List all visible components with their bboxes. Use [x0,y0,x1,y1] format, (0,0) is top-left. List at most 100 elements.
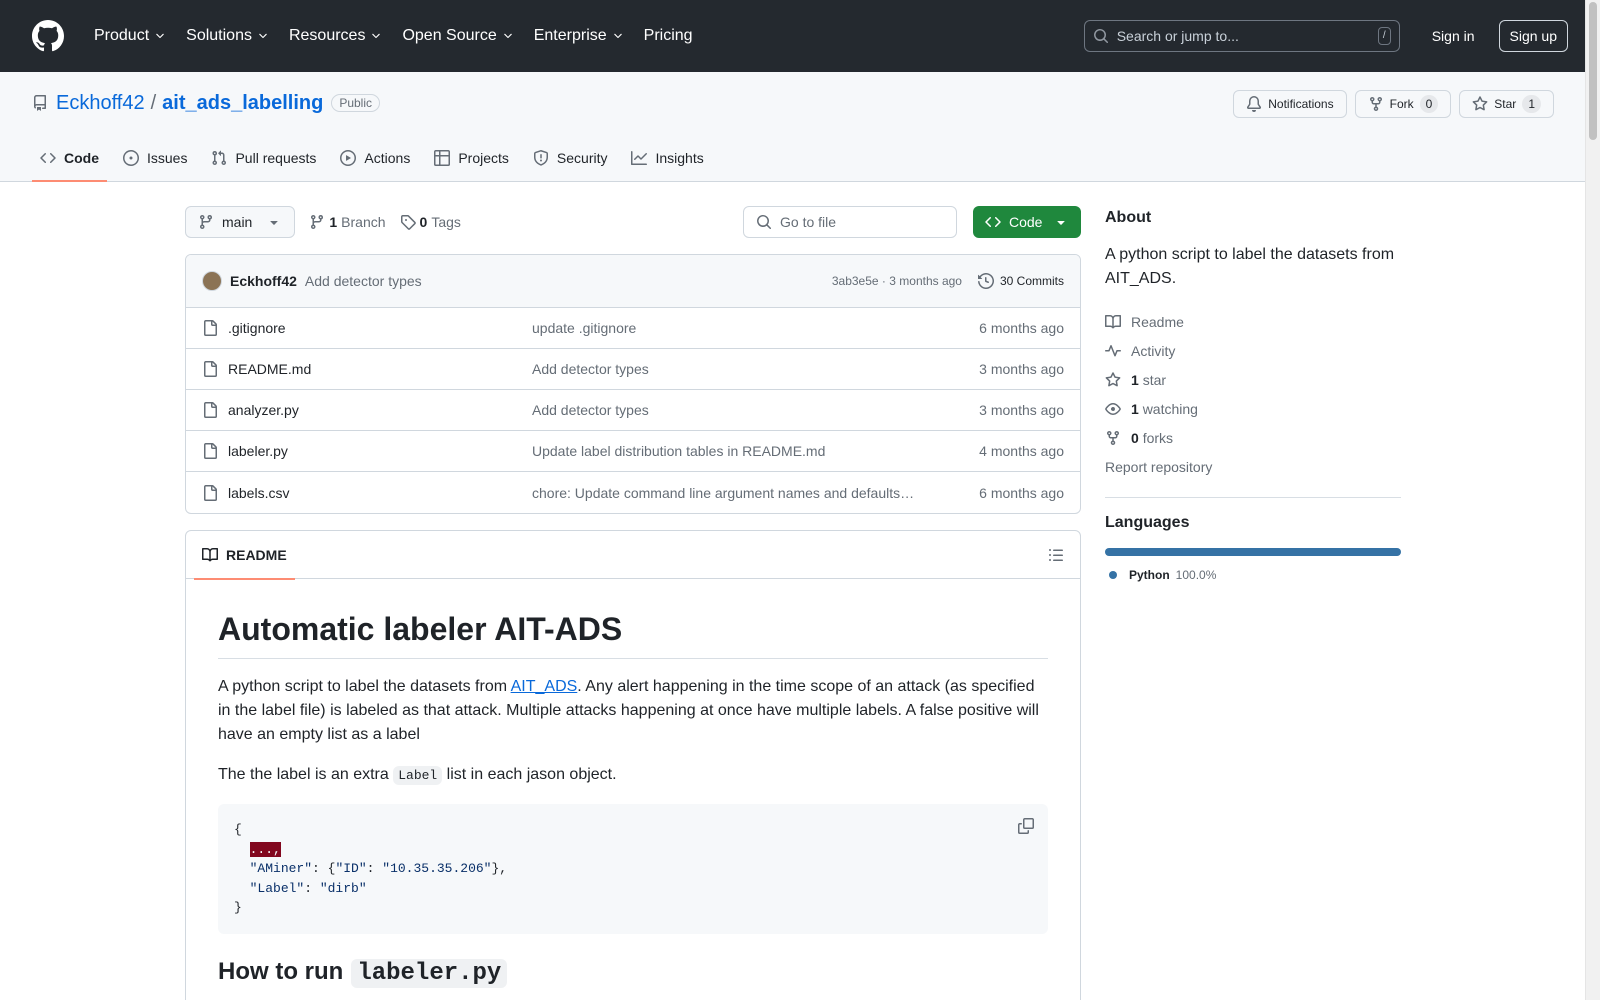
avatar[interactable] [202,271,222,291]
main-column: main 1 Branch 0 Tags Go to file Code Eck… [185,183,1081,1000]
code-token-key: "ID" [335,861,367,876]
tab-insights[interactable]: Insights [623,135,711,181]
nav-pricing[interactable]: Pricing [636,27,701,45]
readme-title: Automatic labeler AIT-ADS [218,611,1048,659]
activity-link[interactable]: Activity [1105,336,1401,365]
forks-link[interactable]: 0 forks [1105,423,1401,452]
file-commit-message[interactable]: Add detector types [532,361,916,377]
bell-icon [1247,96,1262,112]
file-commit-date: 3 months ago [979,361,1064,377]
nav-product-label: Product [94,27,150,44]
notifications-button[interactable]: Notifications [1233,90,1347,118]
branch-name: main [222,214,253,230]
file-name-link[interactable]: .gitignore [228,320,286,336]
scrollbar-thumb[interactable] [1589,2,1597,140]
caret-down-icon [1057,221,1065,225]
go-to-file-input[interactable]: Go to file [743,206,957,238]
branch-count-label: Branch [341,214,386,230]
readme-link[interactable]: Readme [1105,307,1401,336]
branches-link[interactable]: 1 Branch [309,214,386,230]
global-header: Product Solutions Resources Open Source … [0,0,1600,72]
chevron-down-icon [613,33,622,39]
sign-in-link[interactable]: Sign in [1424,22,1483,50]
fork-button[interactable]: Fork 0 [1354,90,1452,118]
search-shortcut-key: / [1377,27,1391,45]
issue-icon [123,150,139,166]
tab-code[interactable]: Code [32,135,107,182]
code-token-key: "Label" [249,880,305,896]
tag-icon [400,215,416,230]
about-heading: About [1105,209,1152,226]
code-token-error: ..., [249,841,281,857]
visibility-badge: Public [331,94,381,112]
tab-actions[interactable]: Actions [332,135,418,181]
code-token: : [366,861,383,876]
file-name-link[interactable]: README.md [228,361,311,377]
readme-tab-label: README [226,546,287,563]
tag-count: 0 [419,214,428,230]
forks-count: 0 [1131,429,1139,446]
commit-hash-link[interactable]: 3ab3e5e [832,274,879,288]
pull-request-icon [212,150,227,166]
star-button[interactable]: Star 1 [1459,90,1554,118]
file-commit-date: 6 months ago [979,320,1064,336]
code-token-string: "dirb" [319,880,367,896]
code-dropdown-button[interactable]: Code [973,206,1081,238]
tab-security[interactable]: Security [525,135,616,181]
tab-issues[interactable]: Issues [115,135,195,181]
file-commit-message[interactable]: Add detector types [532,402,916,418]
readme-p1-text: A python script to label the datasets fr… [218,678,511,695]
code-icon [985,216,1001,228]
nav-enterprise[interactable]: Enterprise [526,27,632,45]
file-name-link[interactable]: labeler.py [228,443,288,459]
tab-actions-label: Actions [364,150,411,166]
nav-product[interactable]: Product [86,27,174,45]
commits-history-link[interactable]: 30 Commits [977,273,1064,289]
readme-tab[interactable]: README [194,531,295,580]
commits-count-label: 30 Commits [999,274,1064,288]
branch-count: 1 [329,214,338,230]
github-logo-icon[interactable] [32,20,64,52]
repo-name-link[interactable]: ait_ads_labelling [162,92,323,115]
nav-solutions[interactable]: Solutions [178,27,277,45]
copy-icon[interactable] [1018,818,1034,834]
star-label: Star [1494,97,1517,111]
file-list: Eckhoff42 Add detector types 3ab3e5e · 3… [185,254,1081,514]
sign-up-button[interactable]: Sign up [1498,20,1568,52]
branch-select-button[interactable]: main [185,206,296,238]
file-name-link[interactable]: labels.csv [228,485,289,501]
list-unordered-icon[interactable] [1048,547,1064,563]
search-input[interactable]: Search or jump to... / [1083,20,1400,52]
ait-ads-link[interactable]: AIT_ADS [511,678,578,695]
file-commit-message[interactable]: chore: Update command line argument name… [532,485,916,501]
code-block: { ..., "AMiner": {"ID": "10.35.35.206"},… [218,804,1048,934]
code-icon [40,152,56,164]
inline-code: Label [393,766,443,785]
file-commit-message[interactable]: Update label distribution tables in READ… [532,443,916,459]
commit-author-link[interactable]: Eckhoff42 [230,273,297,289]
repo-owner-link[interactable]: Eckhoff42 [56,92,145,115]
commit-message-link[interactable]: Add detector types [305,273,422,289]
tab-code-label: Code [64,150,99,166]
file-name-link[interactable]: analyzer.py [228,402,299,418]
notifications-label: Notifications [1268,97,1334,111]
page-scrollbar[interactable] [1585,0,1600,1000]
code-token: }, [491,861,508,876]
tab-pull-requests[interactable]: Pull requests [203,135,324,181]
tag-count-label: Tags [431,214,461,230]
watchers-link[interactable]: 1 watching [1105,394,1401,423]
commit-hash-time: 3ab3e5e · 3 months ago [832,274,962,288]
table-row: labels.csv chore: Update command line ar… [186,472,1080,513]
commit-meta: 3ab3e5e · 3 months ago 30 Commits [832,273,1064,289]
tags-link[interactable]: 0 Tags [400,214,461,230]
table-row: README.md Add detector types 3 months ag… [186,349,1080,390]
file-commit-message[interactable]: update .gitignore [532,320,916,336]
section-heading-code: labeler.py [351,958,508,988]
language-item[interactable]: Python 100.0% [1109,568,1401,582]
stars-link[interactable]: 1 star [1105,365,1401,394]
nav-open-source[interactable]: Open Source [394,27,521,45]
nav-resources[interactable]: Resources [281,27,390,45]
report-repository-link[interactable]: Report repository [1105,452,1401,481]
tab-projects[interactable]: Projects [426,135,517,181]
file-icon [204,361,217,377]
